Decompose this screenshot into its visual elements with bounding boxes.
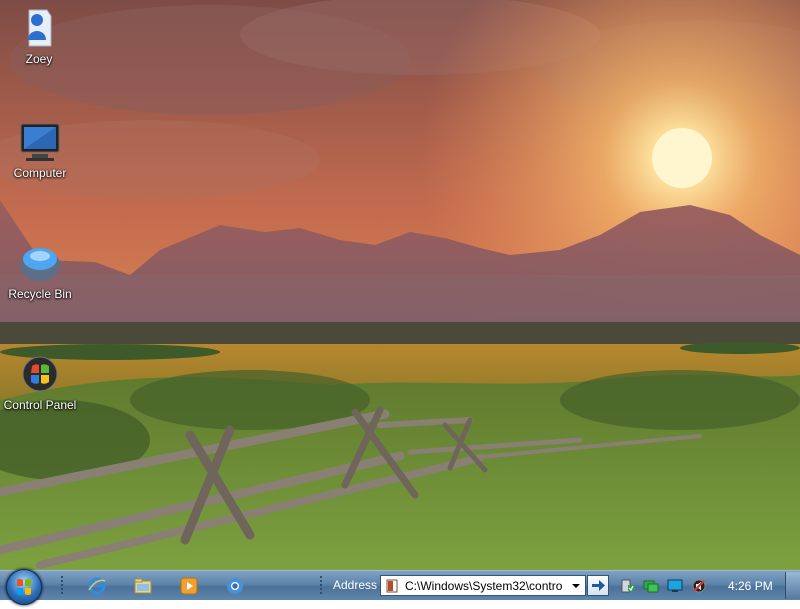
desktop-icon-control-panel[interactable]: Control Panel xyxy=(1,352,79,412)
desktop-icon-label: Recycle Bin xyxy=(8,287,72,301)
quick-launch-chrome[interactable] xyxy=(225,576,245,596)
volume-icon[interactable] xyxy=(691,578,707,594)
desktop-icon-user-folder[interactable]: Zoey xyxy=(0,6,78,66)
taskbar: Address C:\Windows\System32\contro 4:26 … xyxy=(0,569,800,605)
system-tray: 4:26 PM xyxy=(613,571,785,601)
windows-explorer-icon xyxy=(134,578,152,594)
toolbar-grip[interactable] xyxy=(319,575,323,595)
desktop-wallpaper xyxy=(0,0,800,570)
display-icon[interactable] xyxy=(667,578,683,594)
chevron-down-icon xyxy=(572,584,580,588)
chrome-icon xyxy=(227,578,243,594)
arrow-right-icon xyxy=(592,580,605,591)
address-dropdown-button[interactable] xyxy=(569,578,583,593)
desktop-icon-label: Zoey xyxy=(25,52,53,66)
toolbar-grip[interactable] xyxy=(60,575,64,595)
quick-launch-media-player[interactable] xyxy=(179,576,199,596)
computer-icon xyxy=(18,120,62,164)
security-shield-icon[interactable] xyxy=(619,578,635,594)
quick-launch-windows-explorer[interactable] xyxy=(133,576,153,596)
address-label: Address xyxy=(333,578,378,592)
desktop-icon-computer[interactable]: Computer xyxy=(1,120,79,180)
desktop-icon-recycle-bin[interactable]: Recycle Bin xyxy=(1,241,79,301)
show-desktop-button[interactable] xyxy=(785,572,800,599)
start-orb-icon xyxy=(17,579,31,595)
user-folder-icon xyxy=(17,6,61,50)
address-bar[interactable]: C:\Windows\System32\contro xyxy=(380,575,586,596)
clock[interactable]: 4:26 PM xyxy=(728,579,773,593)
network-icon[interactable] xyxy=(643,578,659,594)
media-player-icon xyxy=(180,577,198,595)
internet-explorer-icon xyxy=(88,577,106,595)
quick-launch-internet-explorer[interactable] xyxy=(87,576,107,596)
desktop-icon-label: Computer xyxy=(13,166,67,180)
file-icon xyxy=(385,579,399,593)
control-panel-icon xyxy=(18,352,62,396)
go-button[interactable] xyxy=(587,575,609,596)
address-input[interactable]: C:\Windows\System32\contro xyxy=(405,579,563,593)
desktop-icon-label: Control Panel xyxy=(3,398,77,412)
recycle-bin-icon xyxy=(18,241,62,285)
